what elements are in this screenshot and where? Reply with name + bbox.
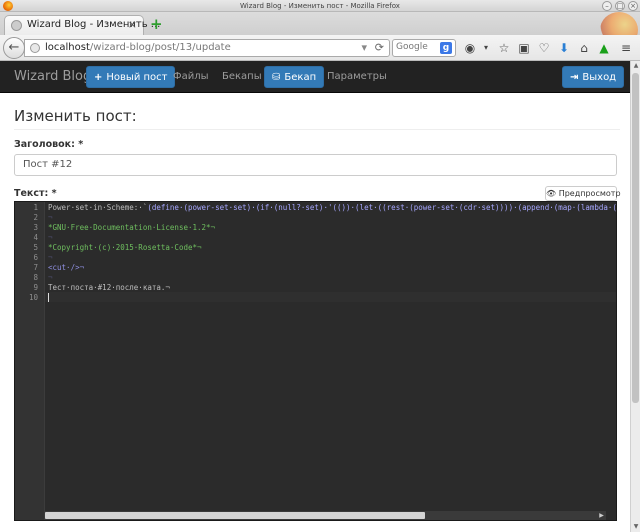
- code-line: ¬: [48, 273, 53, 282]
- title-label: Заголовок: *: [14, 139, 84, 150]
- tab-label: Wizard Blog - Изменить ...: [27, 19, 161, 30]
- page-vertical-scrollbar[interactable]: ▲ ▼: [630, 61, 640, 532]
- code-line: *Copyright·(c)·2015·Rosetta·Code*¬: [48, 243, 202, 252]
- line-number: 4: [33, 233, 38, 242]
- scrollbar-thumb[interactable]: [632, 73, 639, 403]
- bookmark-star-icon[interactable]: ☆: [496, 40, 512, 56]
- abp-icon[interactable]: ◉: [462, 40, 478, 56]
- title-input[interactable]: Пост #12: [14, 154, 617, 176]
- search-bar[interactable]: Google g: [392, 39, 456, 57]
- nav-link-settings[interactable]: Параметры: [327, 66, 387, 88]
- backup-button[interactable]: ⛁ Бекап: [264, 66, 325, 88]
- close-tab-icon[interactable]: ×: [128, 18, 137, 31]
- code-line: <cut·/>¬: [48, 263, 85, 272]
- search-engine-label: Google: [396, 42, 428, 52]
- plus-icon: +: [94, 72, 103, 83]
- minimize-icon[interactable]: –: [602, 1, 612, 11]
- menu-icon[interactable]: ≡: [618, 40, 634, 56]
- text-caret: [48, 293, 49, 302]
- reload-icon[interactable]: ⟳: [375, 41, 384, 54]
- browser-tab[interactable]: Wizard Blog - Изменить ... ×: [4, 15, 160, 35]
- app-navbar: Wizard Blog + Новый пост Файлы Бекапы ⛁ Бе…: [0, 61, 640, 93]
- line-number: 9: [33, 283, 38, 292]
- abp-dropdown-icon[interactable]: ▾: [478, 40, 494, 56]
- text-label: Текст: *: [14, 188, 57, 199]
- maximize-icon[interactable]: □: [615, 1, 625, 11]
- code-editor[interactable]: 1 2 3 4 5 6 7 8 9 10 Power·set·in·Scheme…: [14, 201, 617, 521]
- addon-icon[interactable]: ▲: [596, 40, 612, 56]
- url-bar[interactable]: localhost/wizard-blog/post/13/update ▾ ⟳: [24, 39, 390, 57]
- close-window-icon[interactable]: ×: [628, 1, 638, 11]
- pocket-icon[interactable]: ♡: [536, 40, 552, 56]
- new-tab-icon[interactable]: +: [150, 17, 163, 32]
- dropdown-icon[interactable]: ▾: [361, 41, 367, 54]
- scroll-down-icon[interactable]: ▼: [631, 522, 640, 532]
- logout-icon: ⇥: [570, 72, 579, 83]
- nav-link-backups[interactable]: Бекапы: [222, 66, 262, 88]
- line-number: 5: [33, 243, 38, 252]
- preview-button[interactable]: 👁 Предпросмотр: [545, 186, 621, 201]
- main-content: Изменить пост: Заголовок: * Пост #12 Тек…: [4, 93, 630, 532]
- line-number: 8: [33, 273, 38, 282]
- line-number: 1: [33, 203, 38, 212]
- editor-gutter: 1 2 3 4 5 6 7 8 9 10: [15, 202, 45, 520]
- backup-icon: ⛁: [272, 72, 281, 83]
- url-text[interactable]: localhost/wizard-blog/post/13/update: [45, 42, 231, 53]
- globe-icon: [30, 43, 40, 53]
- new-post-button[interactable]: + Новый пост: [86, 66, 176, 88]
- scroll-right-icon[interactable]: ▶: [597, 511, 606, 520]
- window-titlebar: Wizard Blog - Изменить пост - Mozilla Fi…: [0, 0, 640, 12]
- favicon-icon: [11, 20, 22, 31]
- line-number: 7: [33, 263, 38, 272]
- code-line: *GNU·Free·Documentation·License·1.2*¬: [48, 223, 216, 232]
- nav-link-files[interactable]: Файлы: [173, 66, 209, 88]
- logout-button[interactable]: ⇥ Выход: [562, 66, 625, 88]
- scrollbar-thumb[interactable]: [45, 512, 425, 519]
- code-line: ¬: [48, 233, 53, 242]
- google-icon: g: [440, 42, 452, 54]
- eye-icon: 👁: [546, 189, 557, 198]
- tab-strip: Wizard Blog - Изменить ... × +: [0, 12, 640, 48]
- page-title: Изменить пост:: [14, 107, 620, 130]
- code-line: ¬: [48, 253, 53, 262]
- scroll-up-icon[interactable]: ▲: [631, 61, 640, 71]
- code-line: Тест·поста·#12·после·ката.¬: [48, 283, 170, 292]
- line-number: 10: [28, 293, 38, 302]
- line-number: 6: [33, 253, 38, 262]
- editor-horizontal-scrollbar[interactable]: ▶: [45, 511, 606, 520]
- line-number: 2: [33, 213, 38, 222]
- download-icon[interactable]: ⬇: [556, 40, 572, 56]
- code-line: Power·set·in·Scheme:·`(define·(power-set…: [48, 203, 617, 212]
- line-number: 3: [33, 223, 38, 232]
- browser-toolbar: localhost/wizard-blog/post/13/update ▾ ⟳…: [0, 35, 640, 61]
- code-line: ¬: [48, 213, 53, 222]
- active-line-highlight: [45, 292, 616, 302]
- clipboard-icon[interactable]: ▣: [516, 40, 532, 56]
- window-title: Wizard Blog - Изменить пост - Mozilla Fi…: [240, 2, 400, 10]
- brand-logo[interactable]: Wizard Blog: [14, 69, 91, 84]
- back-button[interactable]: ←: [3, 37, 25, 59]
- home-icon[interactable]: ⌂: [576, 40, 592, 56]
